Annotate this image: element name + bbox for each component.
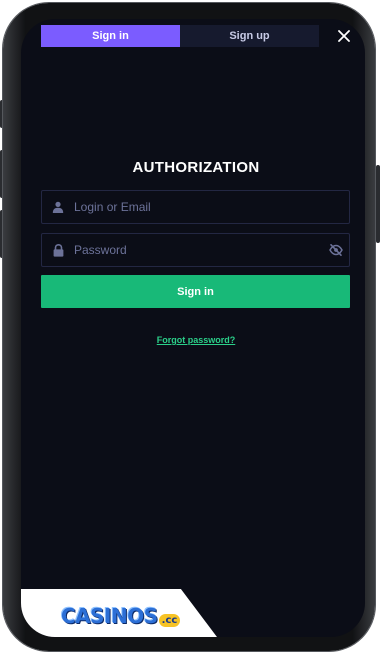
phone-side-button [376, 165, 380, 243]
password-field [41, 233, 350, 267]
logo-text: CASINOS [61, 604, 158, 628]
close-button[interactable] [335, 27, 353, 45]
lock-icon [42, 243, 74, 257]
tab-sign-in[interactable]: Sign in [41, 25, 180, 47]
auth-tabs: Sign in Sign up [41, 25, 319, 47]
tab-sign-up[interactable]: Sign up [180, 25, 319, 47]
sign-in-button[interactable]: Sign in [41, 275, 350, 308]
forgot-password-link[interactable]: Forgot password? [157, 335, 236, 345]
login-field [41, 190, 350, 224]
login-input[interactable] [74, 191, 349, 223]
app-screen: Sign in Sign up AUTHORIZATION Login or E… [21, 19, 365, 637]
close-icon [338, 30, 350, 42]
page-title: AUTHORIZATION [132, 159, 260, 176]
logo-suffix: .cc [158, 613, 181, 627]
user-icon [42, 201, 74, 213]
forgot-password: Forgot password? [21, 330, 365, 348]
eye-off-icon[interactable] [323, 244, 349, 256]
password-input[interactable] [74, 234, 323, 266]
casinos-logo: CASINOS .cc [61, 601, 181, 631]
phone-frame: Sign in Sign up AUTHORIZATION Login or E… [3, 3, 375, 651]
